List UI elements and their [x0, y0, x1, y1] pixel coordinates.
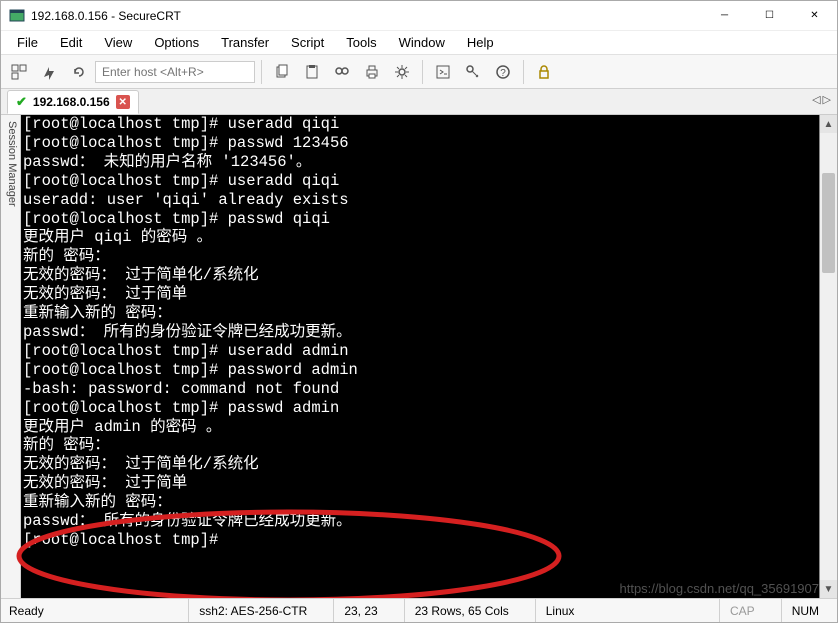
app-icon: [9, 8, 25, 24]
toolbar-separator: [523, 60, 524, 84]
host-input[interactable]: [95, 61, 255, 83]
toolbar: ?: [1, 55, 837, 89]
terminal-scrollbar[interactable]: ▲ ▼: [819, 115, 837, 598]
status-os: Linux: [535, 599, 585, 622]
close-button[interactable]: ✕: [792, 1, 837, 30]
script-icon[interactable]: [429, 58, 457, 86]
status-dimensions: 23 Rows, 65 Cols: [404, 599, 519, 622]
minimize-button[interactable]: ─: [702, 1, 747, 30]
toolbar-separator: [422, 60, 423, 84]
tab-close-icon[interactable]: ✕: [116, 95, 130, 109]
menu-file[interactable]: File: [7, 32, 48, 53]
menu-bar: File Edit View Options Transfer Script T…: [1, 31, 837, 55]
tab-nav: ◁ ▷: [812, 93, 831, 106]
menu-options[interactable]: Options: [144, 32, 209, 53]
status-cursor: 23, 23: [333, 599, 387, 622]
print-icon[interactable]: [358, 58, 386, 86]
terminal-wrap: [root@localhost tmp]# useradd qiqi [root…: [21, 115, 837, 598]
tab-bar: ✔ 192.168.0.156 ✕ ◁ ▷: [1, 89, 837, 115]
menu-tools[interactable]: Tools: [336, 32, 386, 53]
main-area: Session Manager [root@localhost tmp]# us…: [1, 115, 837, 598]
tab-next-icon[interactable]: ▷: [823, 93, 831, 106]
tab-prev-icon[interactable]: ◁: [812, 93, 820, 106]
session-tab[interactable]: ✔ 192.168.0.156 ✕: [7, 90, 139, 114]
find-icon[interactable]: [328, 58, 356, 86]
menu-transfer[interactable]: Transfer: [211, 32, 279, 53]
terminal[interactable]: [root@localhost tmp]# useradd qiqi [root…: [21, 115, 819, 598]
svg-text:?: ?: [500, 68, 506, 79]
maximize-button[interactable]: ☐: [747, 1, 792, 30]
menu-help[interactable]: Help: [457, 32, 504, 53]
menu-edit[interactable]: Edit: [50, 32, 92, 53]
toolbar-separator: [261, 60, 262, 84]
window-buttons: ─ ☐ ✕: [702, 1, 837, 30]
reconnect-icon[interactable]: [65, 58, 93, 86]
connected-check-icon: ✔: [16, 94, 27, 110]
lock-icon[interactable]: [530, 58, 558, 86]
menu-window[interactable]: Window: [389, 32, 455, 53]
status-cipher: ssh2: AES-256-CTR: [188, 599, 317, 622]
status-numlock: NUM: [781, 599, 829, 622]
title-bar: 192.168.0.156 - SecureCRT ─ ☐ ✕: [1, 1, 837, 31]
session-manager-icon[interactable]: [5, 58, 33, 86]
tab-label: 192.168.0.156: [33, 95, 110, 109]
status-ready: Ready: [9, 599, 54, 622]
scroll-up-icon[interactable]: ▲: [820, 115, 837, 133]
settings-icon[interactable]: [388, 58, 416, 86]
scroll-track[interactable]: [820, 133, 837, 580]
scroll-thumb[interactable]: [822, 173, 835, 273]
scroll-down-icon[interactable]: ▼: [820, 580, 837, 598]
quick-connect-icon[interactable]: [35, 58, 63, 86]
copy-icon[interactable]: [268, 58, 296, 86]
session-manager-panel-label[interactable]: Session Manager: [1, 115, 21, 598]
key-icon[interactable]: [459, 58, 487, 86]
status-capslock: CAP: [719, 599, 765, 622]
paste-icon[interactable]: [298, 58, 326, 86]
menu-view[interactable]: View: [94, 32, 142, 53]
help-icon[interactable]: ?: [489, 58, 517, 86]
status-bar: Ready ssh2: AES-256-CTR 23, 23 23 Rows, …: [1, 598, 837, 622]
menu-script[interactable]: Script: [281, 32, 334, 53]
window-title: 192.168.0.156 - SecureCRT: [31, 9, 702, 23]
